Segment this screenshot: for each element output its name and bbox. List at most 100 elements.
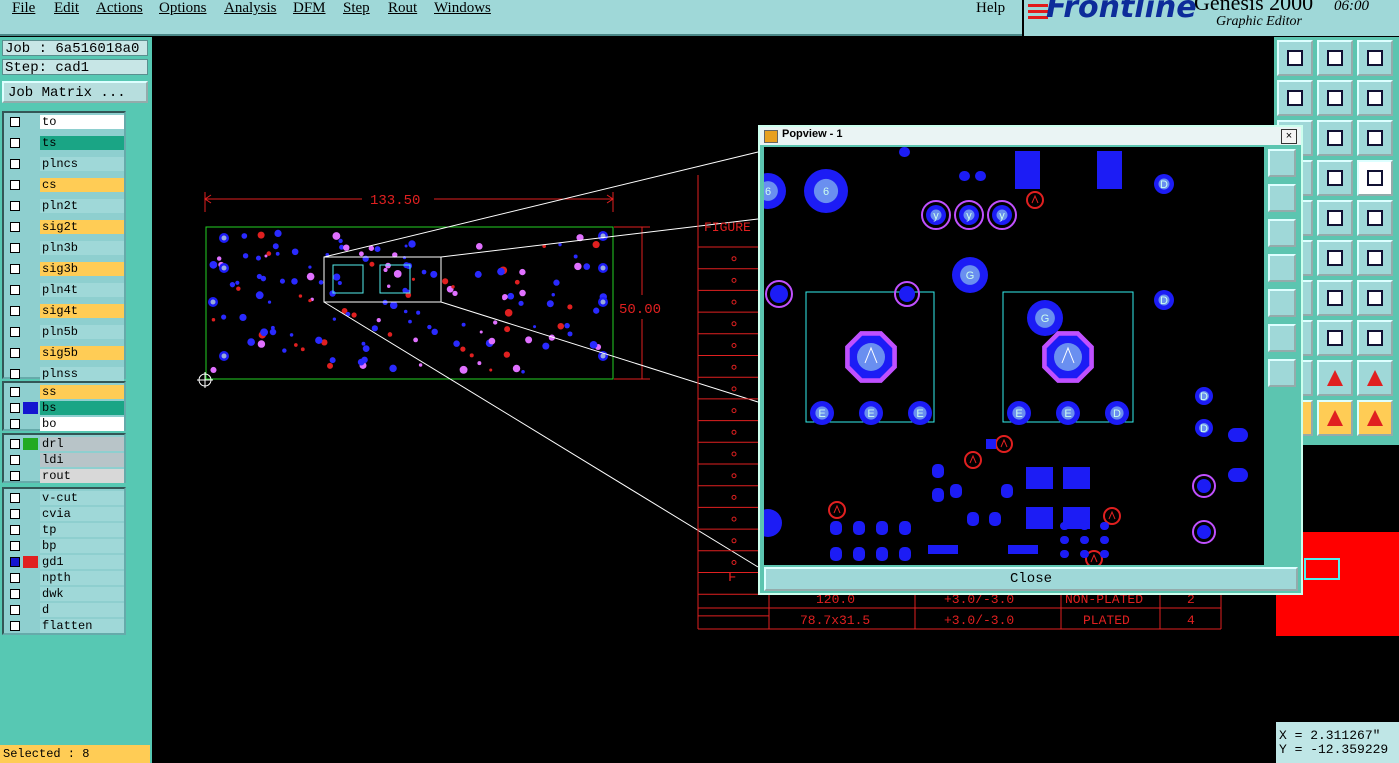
layer-row-dwk[interactable]: dwk [6, 587, 124, 601]
tool-button[interactable] [1277, 40, 1313, 76]
layer-affect-marker[interactable] [23, 402, 38, 414]
layer-name[interactable]: sig5b [40, 346, 124, 360]
layer-row-drl[interactable]: drl [6, 437, 124, 451]
layer-checkbox[interactable] [10, 621, 20, 631]
layer-checkbox[interactable] [10, 573, 20, 583]
layer-affect-marker[interactable] [23, 242, 38, 254]
layer-row-ldi[interactable]: ldi [6, 453, 124, 467]
popview-tool-button[interactable] [1268, 289, 1296, 317]
layer-name[interactable]: bp [40, 539, 124, 553]
layer-row-ts[interactable]: ts [6, 136, 124, 150]
layer-row-npth[interactable]: npth [6, 571, 124, 585]
layer-affect-marker[interactable] [23, 284, 38, 296]
layer-row-sig3b[interactable]: sig3b [6, 262, 124, 276]
tool-button[interactable] [1357, 200, 1393, 236]
layer-row-sig5b[interactable]: sig5b [6, 346, 124, 360]
layer-name[interactable]: pln3b [40, 241, 124, 255]
layer-row-to[interactable]: to [6, 115, 124, 129]
menu-windows[interactable]: Windows [434, 0, 491, 17]
layer-row-plnss[interactable]: plnss [6, 367, 124, 381]
layer-checkbox[interactable] [10, 557, 20, 567]
menu-rout[interactable]: Rout [388, 0, 417, 17]
layer-row-gd1[interactable]: gd1 [6, 555, 124, 569]
layer-row-pln4t[interactable]: pln4t [6, 283, 124, 297]
menu-analysis[interactable]: Analysis [224, 0, 277, 17]
layer-name[interactable]: gd1 [40, 555, 124, 569]
layer-affect-marker[interactable] [23, 200, 38, 212]
layer-name[interactable]: cvia [40, 507, 124, 521]
layer-checkbox[interactable] [10, 455, 20, 465]
menu-step[interactable]: Step [343, 0, 370, 17]
popview-tool-button[interactable] [1268, 184, 1296, 212]
tool-button[interactable] [1317, 240, 1353, 276]
layer-checkbox[interactable] [10, 419, 20, 429]
layer-checkbox[interactable] [10, 509, 20, 519]
layer-affect-marker[interactable] [23, 368, 38, 380]
layer-affect-marker[interactable] [23, 588, 38, 600]
popview-tool-button[interactable] [1268, 149, 1296, 177]
layer-name[interactable]: sig4t [40, 304, 124, 318]
tool-button[interactable] [1317, 280, 1353, 316]
layer-name[interactable]: tp [40, 523, 124, 537]
layer-row-flatten[interactable]: flatten [6, 619, 124, 633]
layer-checkbox[interactable] [10, 222, 20, 232]
tool-button[interactable] [1357, 120, 1393, 156]
layer-checkbox[interactable] [10, 605, 20, 615]
layer-affect-marker[interactable] [23, 438, 38, 450]
layer-checkbox[interactable] [10, 264, 20, 274]
tool-button[interactable] [1357, 320, 1393, 356]
layer-name[interactable]: flatten [40, 619, 124, 633]
layer-affect-marker[interactable] [23, 454, 38, 466]
layer-name[interactable]: plnss [40, 367, 124, 381]
layer-name[interactable]: pln5b [40, 325, 124, 339]
tool-button[interactable] [1317, 400, 1353, 436]
popview-canvas[interactable]: 6 6 y y y G G D D D D E E E E E D [764, 147, 1264, 565]
popview-tool-button[interactable] [1268, 254, 1296, 282]
layer-affect-marker[interactable] [23, 524, 38, 536]
layer-name[interactable]: pln2t [40, 199, 124, 213]
layer-name[interactable]: sig3b [40, 262, 124, 276]
tool-button[interactable] [1357, 40, 1393, 76]
popview-tool-button[interactable] [1268, 219, 1296, 247]
layer-name[interactable]: ss [40, 385, 124, 399]
popview-titlebar[interactable]: Popview - 1 × [760, 127, 1301, 145]
tool-button[interactable] [1317, 120, 1353, 156]
layer-row-bp[interactable]: bp [6, 539, 124, 553]
tool-button[interactable] [1357, 240, 1393, 276]
layer-name[interactable]: plncs [40, 157, 124, 171]
popview-tool-button[interactable] [1268, 359, 1296, 387]
layer-name[interactable]: cs [40, 178, 124, 192]
menu-options[interactable]: Options [159, 0, 207, 17]
layer-row-cvia[interactable]: cvia [6, 507, 124, 521]
tool-button[interactable] [1357, 160, 1393, 196]
layer-affect-marker[interactable] [23, 305, 38, 317]
tool-button[interactable] [1317, 40, 1353, 76]
layer-affect-marker[interactable] [23, 418, 38, 430]
layer-checkbox[interactable] [10, 525, 20, 535]
menu-file[interactable]: File [12, 0, 35, 17]
layer-checkbox[interactable] [10, 589, 20, 599]
layer-affect-marker[interactable] [23, 347, 38, 359]
layer-name[interactable]: bo [40, 417, 124, 431]
layer-checkbox[interactable] [10, 369, 20, 379]
layer-name[interactable]: bs [40, 401, 124, 415]
layer-name[interactable]: ldi [40, 453, 124, 467]
layer-checkbox[interactable] [10, 403, 20, 413]
layer-checkbox[interactable] [10, 493, 20, 503]
tool-button[interactable] [1317, 360, 1353, 396]
menu-edit[interactable]: Edit [54, 0, 79, 17]
layer-name[interactable]: rout [40, 469, 124, 483]
layer-affect-marker[interactable] [23, 263, 38, 275]
layer-affect-marker[interactable] [23, 508, 38, 520]
layer-checkbox[interactable] [10, 439, 20, 449]
layer-checkbox[interactable] [10, 243, 20, 253]
menu-dfm[interactable]: DFM [293, 0, 326, 17]
layer-checkbox[interactable] [10, 159, 20, 169]
layer-affect-marker[interactable] [23, 116, 38, 128]
layer-row-bo[interactable]: bo [6, 417, 124, 431]
tool-button[interactable] [1277, 80, 1313, 116]
layer-affect-marker[interactable] [23, 470, 38, 482]
layer-checkbox[interactable] [10, 306, 20, 316]
tool-button[interactable] [1317, 160, 1353, 196]
layer-affect-marker[interactable] [23, 604, 38, 616]
